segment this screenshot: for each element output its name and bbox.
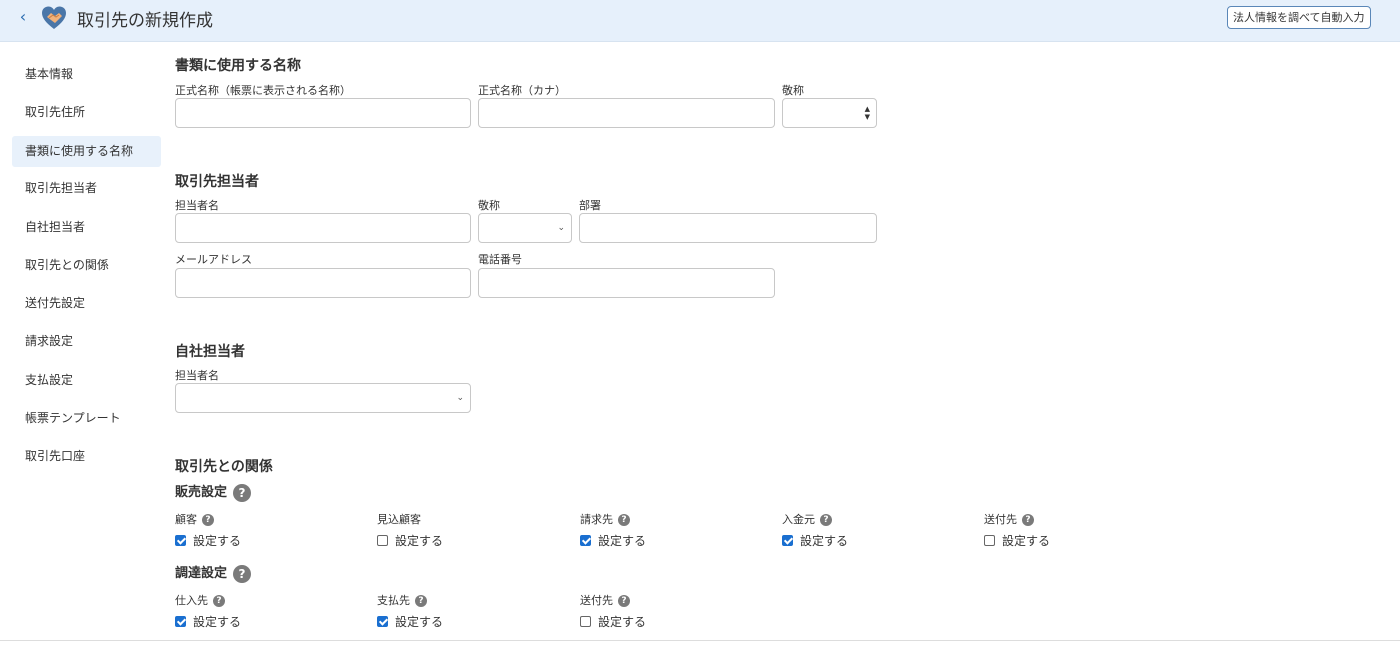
prospect-checkbox-row[interactable]: 設定する: [377, 534, 443, 548]
billing-to-checkbox-label: 設定する: [598, 534, 647, 548]
section-title-document-names: 書類に使用する名称: [175, 58, 301, 74]
section-title-own-contact: 自社担当者: [175, 344, 245, 360]
prospect-checkbox-label: 設定する: [395, 534, 444, 548]
email-input[interactable]: [175, 268, 471, 298]
contact-name-input[interactable]: [175, 213, 471, 243]
sidebar-item-billing-settings[interactable]: 請求設定: [12, 326, 161, 357]
question-circle-icon[interactable]: ?: [233, 483, 252, 502]
chevron-down-icon: ⌄: [557, 223, 565, 233]
handshake-heart-icon: [42, 6, 66, 29]
sales-item-billing-to: 請求先?: [580, 511, 630, 527]
supplier-label: 仕入先: [175, 594, 208, 607]
procurement-settings-title: 調達設定?: [175, 562, 252, 583]
payee-checkbox-label: 設定する: [395, 615, 444, 629]
sidebar-item-payment-settings[interactable]: 支払設定: [12, 365, 161, 396]
ship-to-label: 送付先: [984, 513, 1017, 526]
official-name-input[interactable]: [175, 98, 471, 128]
customer-checkbox-row[interactable]: 設定する: [175, 534, 241, 548]
department-input[interactable]: [579, 213, 877, 243]
sales-item-customer: 顧客?: [175, 511, 214, 527]
own-contact-select[interactable]: ⌄: [175, 383, 471, 413]
sidebar-item-basic-info[interactable]: 基本情報: [12, 59, 161, 90]
sidebar-item-document-names[interactable]: 書類に使用する名称: [12, 136, 161, 167]
select-updown-icon: ▲ ▼: [864, 105, 870, 121]
billing-to-checkbox-row[interactable]: 設定する: [580, 534, 646, 548]
ship-to-checkbox-label: 設定する: [1002, 534, 1051, 548]
sidebar-item-partner-contact[interactable]: 取引先担当者: [12, 173, 161, 204]
question-circle-icon[interactable]: ?: [618, 514, 630, 526]
official-kana-input[interactable]: [478, 98, 775, 128]
question-circle-icon[interactable]: ?: [202, 514, 214, 526]
sales-settings-label: 販売設定: [175, 485, 228, 500]
doc-honorific-label: 敬称: [782, 84, 804, 97]
prospect-checkbox[interactable]: [377, 535, 388, 546]
customer-label: 顧客: [175, 513, 197, 526]
section-title-relationship: 取引先との関係: [175, 459, 273, 475]
header-bar: ‹ 取引先の新規作成 法人情報を調べて自動入力: [0, 0, 1400, 42]
own-contact-name-label: 担当者名: [175, 369, 219, 382]
payer-checkbox-row[interactable]: 設定する: [782, 534, 848, 548]
supplier-checkbox[interactable]: [175, 616, 186, 627]
sidebar-item-partner-address[interactable]: 取引先住所: [12, 97, 161, 128]
sales-settings-title: 販売設定?: [175, 481, 252, 502]
customer-checkbox[interactable]: [175, 535, 186, 546]
phone-label: 電話番号: [478, 253, 522, 266]
payee-checkbox-row[interactable]: 設定する: [377, 615, 443, 629]
sidebar-item-relationship[interactable]: 取引先との関係: [12, 250, 161, 281]
sidebar-item-own-contact[interactable]: 自社担当者: [12, 212, 161, 243]
question-circle-icon[interactable]: ?: [1022, 514, 1034, 526]
autofill-corporate-info-button[interactable]: 法人情報を調べて自動入力: [1227, 6, 1371, 29]
procurement-item-supplier: 仕入先?: [175, 592, 225, 608]
contact-name-label: 担当者名: [175, 199, 219, 212]
procurement-item-payee: 支払先?: [377, 592, 427, 608]
bottom-divider: [0, 640, 1400, 641]
chevron-down-icon: ⌄: [456, 393, 464, 403]
payee-label: 支払先: [377, 594, 410, 607]
ship-to-checkbox[interactable]: [984, 535, 995, 546]
page-title: 取引先の新規作成: [77, 11, 213, 31]
procurement-ship-to-checkbox-row[interactable]: 設定する: [580, 615, 646, 629]
official-kana-label: 正式名称（カナ）: [478, 84, 566, 97]
official-name-label: 正式名称（帳票に表示される名称）: [175, 84, 351, 97]
email-label: メールアドレス: [175, 253, 252, 266]
billing-to-checkbox[interactable]: [580, 535, 591, 546]
back-button[interactable]: ‹: [14, 8, 32, 26]
sidebar-item-partner-account[interactable]: 取引先口座: [12, 441, 161, 472]
question-circle-icon[interactable]: ?: [618, 595, 630, 607]
procurement-settings-label: 調達設定: [175, 566, 228, 581]
question-circle-icon[interactable]: ?: [233, 564, 252, 583]
payee-checkbox[interactable]: [377, 616, 388, 627]
procurement-ship-to-checkbox-label: 設定する: [598, 615, 647, 629]
chevron-left-icon: ‹: [19, 7, 27, 26]
question-circle-icon[interactable]: ?: [213, 595, 225, 607]
payer-checkbox[interactable]: [782, 535, 793, 546]
prospect-label: 見込顧客: [377, 513, 421, 526]
payer-label: 入金元: [782, 513, 815, 526]
question-circle-icon[interactable]: ?: [415, 595, 427, 607]
doc-honorific-select[interactable]: ▲ ▼: [782, 98, 877, 128]
procurement-ship-to-checkbox[interactable]: [580, 616, 591, 627]
procurement-item-ship-to: 送付先?: [580, 592, 630, 608]
sales-item-ship-to: 送付先?: [984, 511, 1034, 527]
sales-item-prospect: 見込顧客: [377, 511, 421, 527]
customer-checkbox-label: 設定する: [193, 534, 242, 548]
supplier-checkbox-label: 設定する: [193, 615, 242, 629]
department-label: 部署: [579, 199, 601, 212]
section-title-partner-contact: 取引先担当者: [175, 174, 259, 190]
sidebar-item-delivery-settings[interactable]: 送付先設定: [12, 288, 161, 319]
question-circle-icon[interactable]: ?: [820, 514, 832, 526]
sales-item-payer: 入金元?: [782, 511, 832, 527]
billing-to-label: 請求先: [580, 513, 613, 526]
supplier-checkbox-row[interactable]: 設定する: [175, 615, 241, 629]
phone-input[interactable]: [478, 268, 775, 298]
payer-checkbox-label: 設定する: [800, 534, 849, 548]
procurement-ship-to-label: 送付先: [580, 594, 613, 607]
contact-honorific-label: 敬称: [478, 199, 500, 212]
contact-honorific-select[interactable]: ⌄: [478, 213, 572, 243]
sidebar-item-document-template[interactable]: 帳票テンプレート: [12, 403, 161, 434]
ship-to-checkbox-row[interactable]: 設定する: [984, 534, 1050, 548]
